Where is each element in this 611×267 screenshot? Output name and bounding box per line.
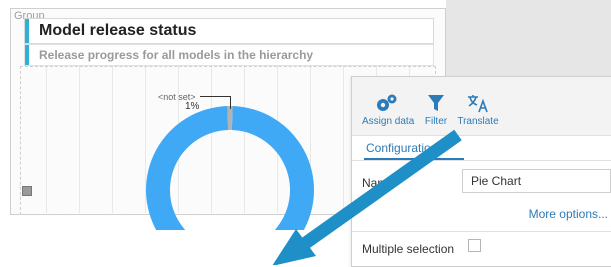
pointer-arrow-icon	[272, 129, 462, 265]
